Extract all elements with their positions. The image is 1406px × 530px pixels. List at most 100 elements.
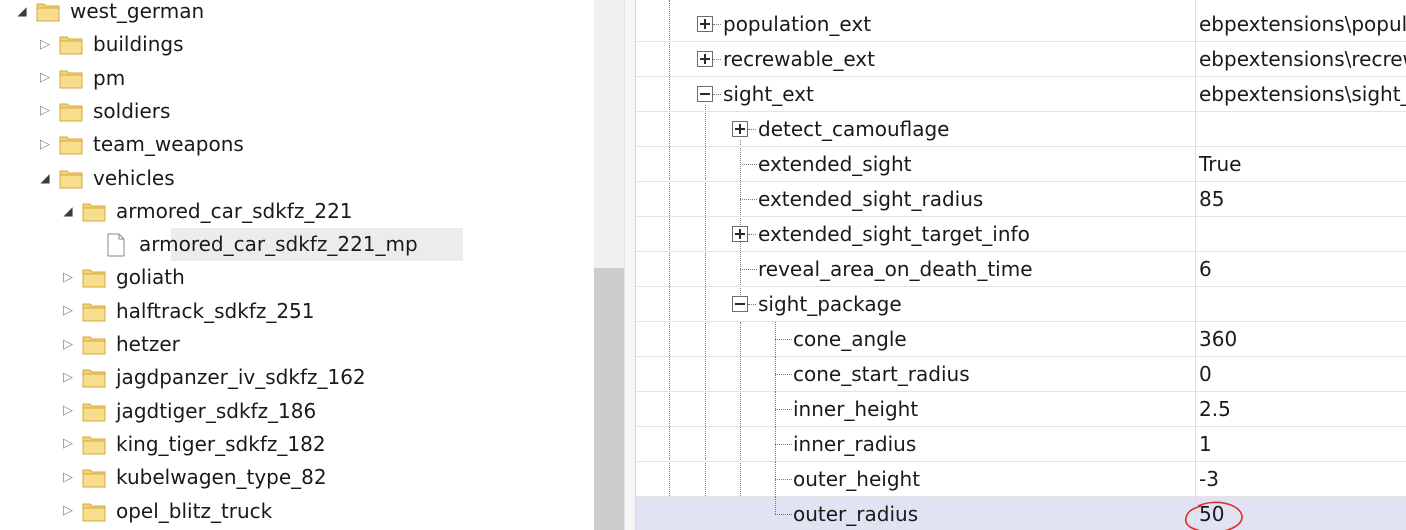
collapse-minus-icon[interactable] — [697, 86, 713, 102]
property-row[interactable]: reveal_area_on_death_time 6 — [636, 252, 1406, 287]
folder-icon — [82, 503, 106, 521]
tree-guide-line — [775, 462, 776, 497]
collapsed-triangle-icon[interactable]: ▷ — [60, 503, 76, 519]
property-row[interactable]: extended_sight_target_info — [636, 217, 1406, 252]
property-name: extended_sight_radius — [758, 187, 984, 211]
property-name: detect_camouflage — [758, 117, 950, 141]
annotation-circle — [1185, 501, 1243, 530]
tree-item[interactable]: armored_car_sdkfz_221_mp — [107, 228, 463, 262]
tree-guide-line — [713, 59, 721, 60]
tree-item-label: halftrack_sdkfz_251 — [116, 298, 315, 323]
property-row[interactable]: cone_angle 360 — [636, 322, 1406, 357]
tree-guide-line — [775, 374, 792, 375]
collapse-minus-icon[interactable] — [732, 296, 748, 312]
property-value[interactable]: 85 — [1199, 187, 1224, 211]
expand-plus-icon[interactable] — [732, 226, 748, 242]
tree-item-label: jagdtiger_sdkfz_186 — [116, 398, 317, 423]
collapsed-triangle-icon[interactable]: ▷ — [37, 136, 53, 152]
tree-scrollbar-thumb[interactable] — [594, 268, 624, 530]
property-value[interactable]: 2.5 — [1199, 397, 1231, 421]
property-value[interactable]: 6 — [1199, 257, 1212, 281]
property-row[interactable]: inner_radius 1 — [636, 427, 1406, 462]
tree-item-label: west_german — [70, 0, 205, 23]
property-row[interactable]: outer_height -3 — [636, 462, 1406, 497]
collapsed-triangle-icon[interactable]: ▷ — [37, 70, 53, 86]
folder-icon — [82, 269, 106, 288]
tree-item-label: soldiers — [93, 98, 171, 123]
folder-icon — [36, 3, 60, 22]
tree-guide-line — [740, 269, 757, 270]
collapsed-triangle-icon[interactable]: ▷ — [60, 436, 76, 452]
tree-guide-line — [713, 94, 721, 95]
property-name: sight_ext — [723, 82, 814, 106]
tree-guide-line — [775, 339, 792, 340]
expand-plus-icon[interactable] — [697, 16, 713, 32]
tree-guide-line — [775, 444, 792, 445]
property-row[interactable]: inner_height 2.5 — [636, 392, 1406, 427]
property-value[interactable]: ebpextensions\sight_ext — [1199, 82, 1406, 106]
property-name: population_ext — [723, 12, 872, 36]
property-name: sight_package — [758, 292, 902, 316]
tree-guide-line — [748, 304, 756, 305]
tree-item-label: hetzer — [116, 332, 180, 356]
tree-item-label: vehicles — [93, 165, 175, 190]
property-value[interactable]: ebpextensions\population_ext — [1199, 12, 1406, 36]
property-row[interactable]: population_ext ebpextensions\population_e… — [636, 7, 1406, 42]
collapsed-triangle-icon[interactable]: ▷ — [37, 103, 53, 119]
property-row[interactable]: detect_camouflage — [636, 112, 1406, 147]
tree-guide-line — [775, 357, 776, 392]
tree-guide-line — [713, 24, 721, 25]
property-grid-pane: population_ext ebpextensions\population_e… — [636, 0, 1406, 530]
property-value[interactable]: -3 — [1199, 467, 1219, 491]
expanded-triangle-icon[interactable]: ◢ — [37, 170, 53, 186]
expanded-triangle-icon[interactable]: ◢ — [60, 203, 76, 219]
collapsed-triangle-icon[interactable]: ▷ — [60, 303, 76, 319]
tree-item-label: goliath — [116, 265, 185, 290]
property-row[interactable]: sight_ext ebpextensions\sight_ext — [636, 77, 1406, 112]
folder-icon — [82, 403, 106, 422]
folder-icon — [59, 136, 83, 155]
file-tree-pane: ◢ west_german ▷ buildings ▷ pm ▷ soldiers ▷ team_… — [0, 0, 594, 530]
collapsed-triangle-icon[interactable]: ▷ — [60, 269, 76, 285]
property-row[interactable]: extended_sight True — [636, 147, 1406, 182]
property-value[interactable]: ebpextensions\recrewable_ext — [1199, 47, 1406, 71]
tree-item-label: jagdpanzer_iv_sdkfz_162 — [116, 365, 366, 390]
property-name: cone_angle — [793, 327, 907, 351]
column-divider[interactable] — [1195, 0, 1196, 530]
tree-guide-line — [775, 514, 792, 515]
collapsed-triangle-icon[interactable]: ▷ — [37, 36, 53, 52]
property-name: recrewable_ext — [723, 47, 875, 71]
property-value[interactable]: True — [1199, 152, 1241, 176]
expanded-triangle-icon[interactable]: ◢ — [14, 3, 30, 19]
expand-plus-icon[interactable] — [697, 51, 713, 67]
tree-guide-line — [775, 322, 776, 357]
collapsed-triangle-icon[interactable]: ▷ — [60, 336, 76, 352]
property-value[interactable]: 360 — [1199, 327, 1237, 351]
folder-icon — [59, 170, 83, 188]
expand-plus-icon[interactable] — [732, 121, 748, 137]
property-row[interactable]: sight_package — [636, 287, 1406, 322]
tree-guide-line — [740, 164, 757, 165]
property-value[interactable]: 0 — [1199, 362, 1212, 386]
folder-icon — [59, 70, 83, 89]
folder-icon — [59, 36, 83, 55]
property-name: inner_radius — [793, 432, 917, 456]
property-row[interactable]: extended_sight_radius 85 — [636, 182, 1406, 217]
property-name: reveal_area_on_death_time — [758, 257, 1033, 281]
tree-guide-line — [748, 129, 756, 130]
property-value[interactable]: 1 — [1199, 432, 1212, 456]
tree-guide-line — [775, 427, 776, 462]
tree-item-label: kubelwagen_type_82 — [116, 465, 327, 490]
tree-item-label: armored_car_sdkfz_221_mp — [139, 232, 418, 257]
pane-splitter[interactable] — [624, 0, 636, 530]
collapsed-triangle-icon[interactable]: ▷ — [60, 469, 76, 485]
collapsed-triangle-icon[interactable]: ▷ — [60, 369, 76, 385]
property-row[interactable]: recrewable_ext ebpextensions\recrewable_e… — [636, 42, 1406, 77]
property-name: cone_start_radius — [793, 362, 970, 386]
property-row[interactable]: cone_start_radius 0 — [636, 357, 1406, 392]
collapsed-triangle-icon[interactable]: ▷ — [60, 403, 76, 419]
property-row[interactable]: outer_radius 50 — [636, 497, 1406, 530]
tree-item-label: opel_blitz_truck — [116, 498, 273, 523]
property-name: extended_sight_target_info — [758, 222, 1030, 246]
tree-item-label: armored_car_sdkfz_221 — [116, 198, 353, 223]
